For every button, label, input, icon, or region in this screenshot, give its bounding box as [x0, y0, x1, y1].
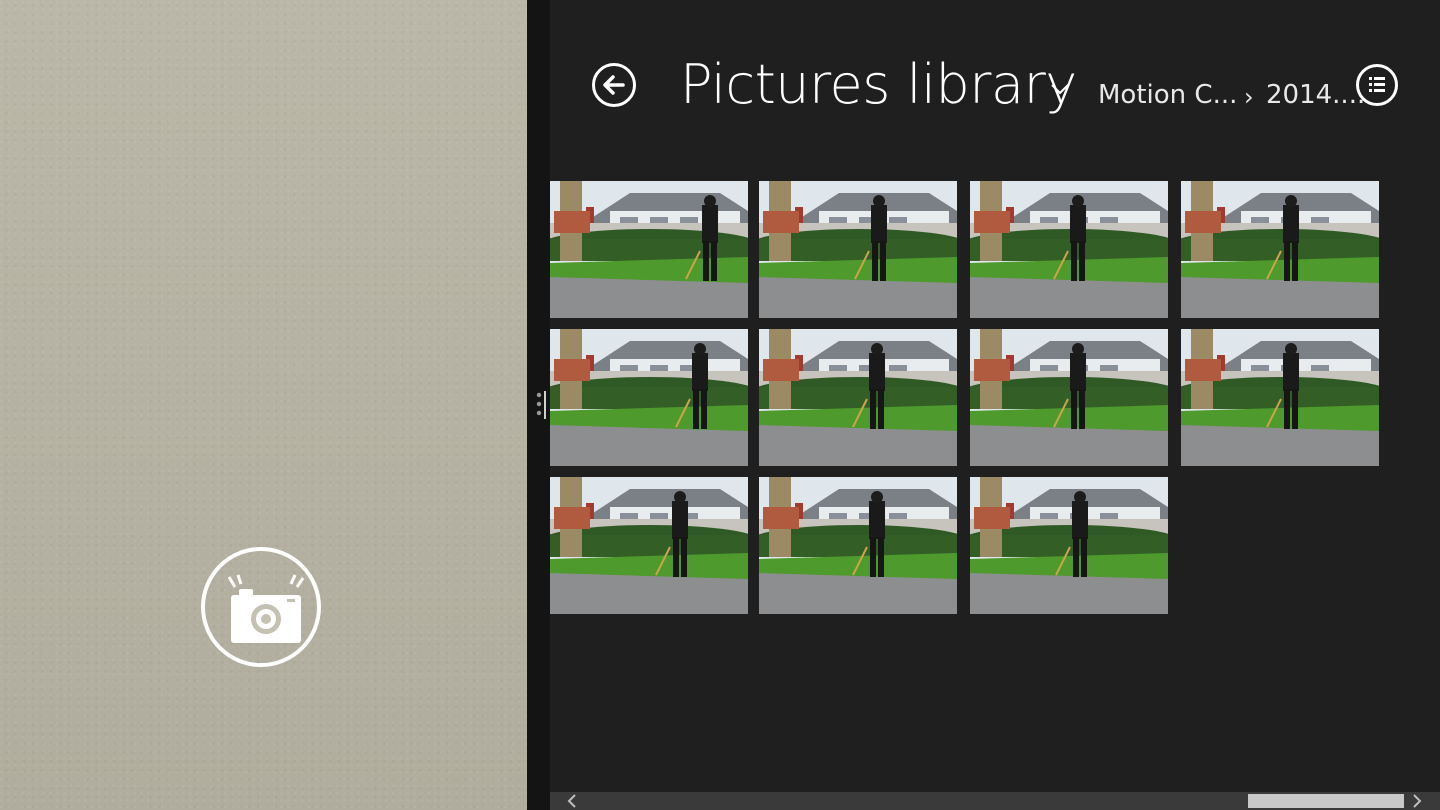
photo-image: [550, 477, 748, 614]
chevron-right-icon[interactable]: [1408, 792, 1426, 810]
photo-thumbnail[interactable]: [1181, 329, 1379, 466]
camera-icon: [227, 574, 305, 643]
photo-thumbnail[interactable]: [759, 477, 957, 614]
photo-thumbnail[interactable]: [759, 181, 957, 318]
photo-thumbnail[interactable]: [970, 477, 1168, 614]
back-arrow-icon[interactable]: [591, 62, 637, 108]
photo-thumbnail[interactable]: [550, 329, 748, 466]
photo-image: [550, 329, 748, 466]
list-view-icon[interactable]: [1355, 63, 1399, 107]
splitter-grip-icon[interactable]: [536, 391, 548, 421]
photo-image: [970, 181, 1168, 318]
photo-image: [550, 181, 748, 318]
chevron-left-icon[interactable]: [563, 792, 581, 810]
photo-image: [759, 181, 957, 318]
breadcrumb-item-1[interactable]: Motion C...: [1098, 78, 1237, 112]
page-title: Pictures library: [680, 53, 1077, 116]
photo-image: [1181, 329, 1379, 466]
chevron-down-icon[interactable]: [1050, 82, 1070, 96]
photo-thumbnail[interactable]: [759, 329, 957, 466]
photo-image: [1181, 181, 1379, 318]
scrollbar-thumb[interactable]: [1248, 794, 1404, 808]
shutter-button[interactable]: [201, 547, 321, 667]
photo-image: [970, 329, 1168, 466]
photo-thumbnail[interactable]: [970, 181, 1168, 318]
photo-image: [970, 477, 1168, 614]
photo-thumbnail[interactable]: [550, 181, 748, 318]
photo-image: [759, 329, 957, 466]
breadcrumb-item-2[interactable]: 2014....: [1266, 78, 1365, 112]
photo-image: [759, 477, 957, 614]
camera-preview: [0, 0, 527, 810]
photo-thumbnail[interactable]: [970, 329, 1168, 466]
breadcrumb-separator: ›: [1244, 83, 1254, 111]
photo-thumbnail[interactable]: [550, 477, 748, 614]
photo-thumbnail[interactable]: [1181, 181, 1379, 318]
